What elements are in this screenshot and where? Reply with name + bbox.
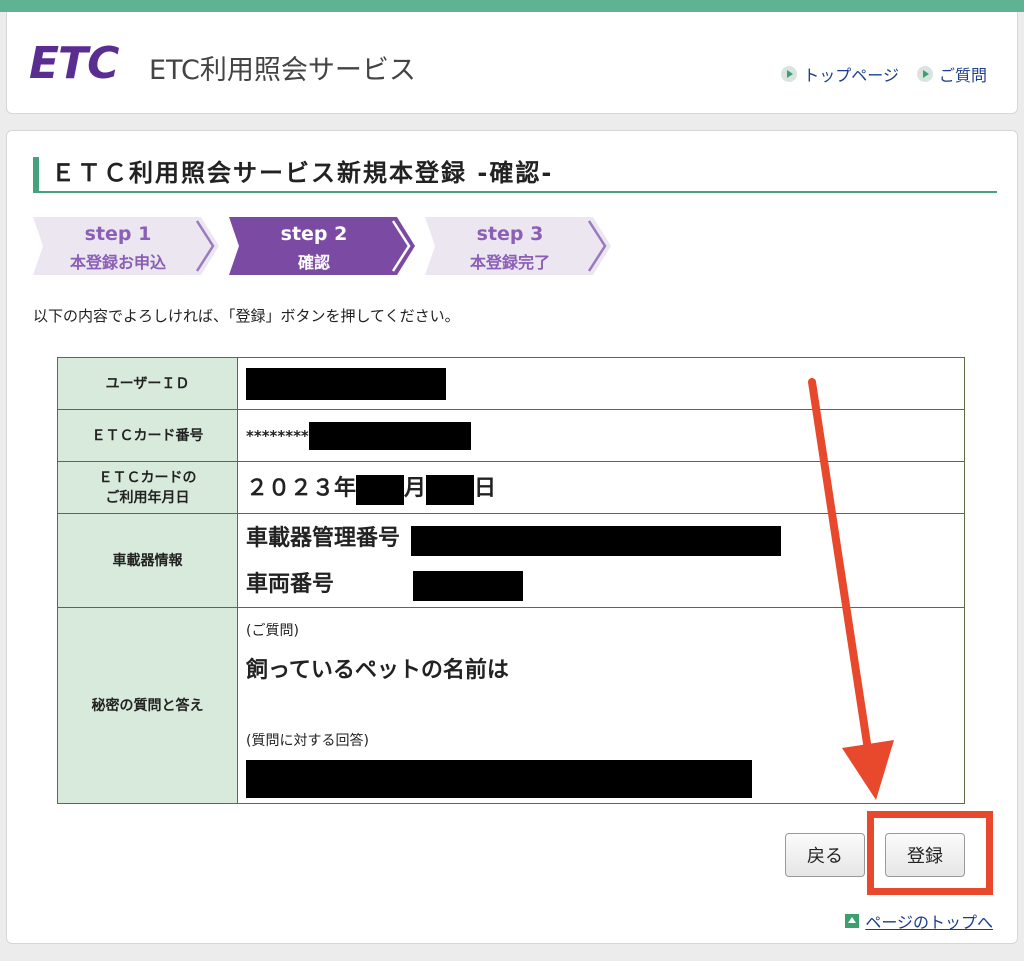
annotation-arrow-icon: [808, 378, 894, 800]
